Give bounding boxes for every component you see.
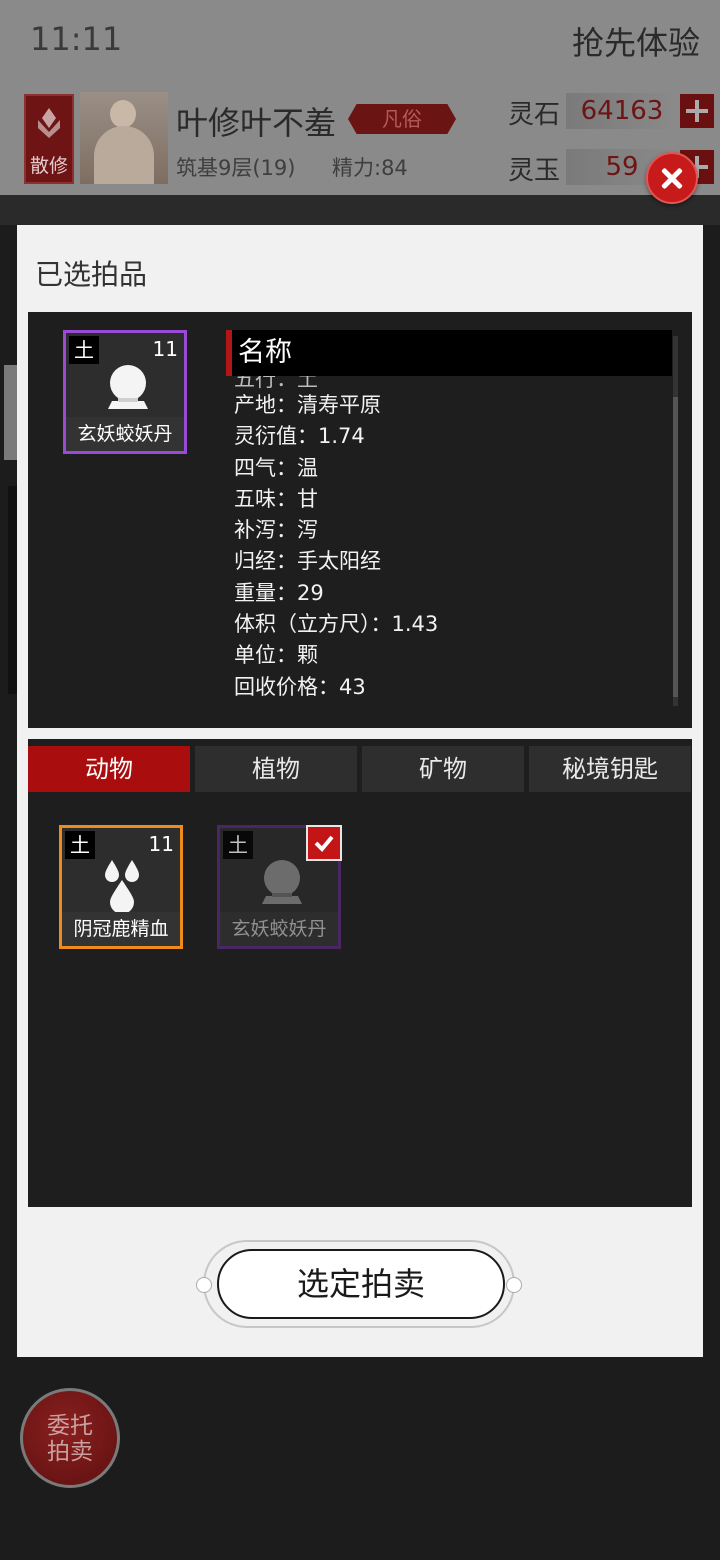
avatar[interactable] bbox=[80, 92, 168, 184]
tab-mineral[interactable]: 矿物 bbox=[362, 746, 524, 792]
item-detail-panel: 土 11 玄妖蛟妖丹 名称 五行：土 产地：清寿平原 灵衍值：1.74 四气：温… bbox=[28, 312, 692, 728]
orb-icon bbox=[262, 860, 302, 904]
tab-plant[interactable]: 植物 bbox=[195, 746, 357, 792]
add-spirit-stone-button[interactable] bbox=[680, 94, 714, 128]
tab-secret-key[interactable]: 秘境钥匙 bbox=[529, 746, 691, 792]
spirit-stone-value: 64163 bbox=[566, 93, 678, 129]
tab-animal[interactable]: 动物 bbox=[28, 746, 190, 792]
spirit-jade-label: 灵玉 bbox=[508, 156, 561, 186]
item-quantity: 11 bbox=[152, 337, 178, 361]
info-line-four-qi: 四气：温 bbox=[234, 455, 318, 480]
info-line-meridian: 归经：手太阳经 bbox=[234, 549, 381, 574]
player-bar: 散修 叶修叶不羞 凡俗 筑基9层(19) 精力:84 灵石 64163 灵玉 5… bbox=[0, 82, 720, 195]
status-bar: 11:11 抢先体验 bbox=[0, 0, 720, 82]
entrust-label-line1: 委托 bbox=[47, 1413, 93, 1439]
item-name: 玄妖蛟妖丹 bbox=[66, 417, 184, 451]
item-name: 玄妖蛟妖丹 bbox=[220, 912, 338, 946]
background-panel bbox=[0, 195, 720, 225]
rank-badge: 凡俗 bbox=[348, 104, 456, 134]
selected-check-icon bbox=[306, 825, 342, 861]
background-panel bbox=[4, 365, 18, 460]
energy-value: 精力:84 bbox=[332, 156, 408, 180]
inventory-item[interactable]: 土 11 阴冠鹿精血 bbox=[59, 825, 183, 949]
close-icon[interactable] bbox=[646, 152, 698, 204]
element-tag: 土 bbox=[65, 831, 95, 859]
info-line-volume: 体积（立方尺）：1.43 bbox=[234, 612, 439, 637]
detail-scrollbar-thumb[interactable] bbox=[673, 397, 678, 697]
dialog-title: 已选拍品 bbox=[35, 258, 148, 291]
lotus-emblem-icon bbox=[38, 108, 60, 138]
confirm-button-frame: 选定拍卖 bbox=[196, 1240, 522, 1328]
info-line-five-flavors: 五味：甘 bbox=[234, 486, 318, 511]
player-name: 叶修叶不羞 bbox=[176, 104, 337, 142]
info-line-unit: 单位：颗 bbox=[234, 643, 318, 668]
info-line-origin: 产地：清寿平原 bbox=[234, 393, 381, 417]
item-name: 阴冠鹿精血 bbox=[62, 912, 180, 946]
entrust-auction-button[interactable]: 委托 拍卖 bbox=[20, 1388, 120, 1488]
info-line-tonify: 补泻：泻 bbox=[234, 518, 318, 543]
spirit-stone-label: 灵石 bbox=[508, 100, 561, 130]
info-line-recycle-price: 回收价格：43 bbox=[234, 674, 366, 699]
auction-select-dialog: 已选拍品 土 11 玄妖蛟妖丹 名称 五行：土 产地：清寿平原 灵衍值：1.74… bbox=[17, 225, 703, 1357]
entrust-label-line2: 拍卖 bbox=[47, 1439, 93, 1465]
blood-drops-icon bbox=[105, 860, 139, 914]
info-line-weight: 重量：29 bbox=[234, 580, 324, 605]
info-line: 五行：土 bbox=[234, 376, 318, 390]
cultivation-level: 筑基9层(19) bbox=[176, 156, 296, 180]
element-tag: 土 bbox=[223, 831, 253, 859]
sect-label: 散修 bbox=[29, 155, 68, 177]
item-quantity: 11 bbox=[148, 832, 174, 856]
info-line-spirit-value: 灵衍值：1.74 bbox=[234, 424, 365, 449]
info-header: 名称 bbox=[226, 330, 672, 376]
element-tag: 土 bbox=[69, 336, 99, 364]
orb-icon bbox=[108, 365, 148, 409]
selected-item-card[interactable]: 土 11 玄妖蛟妖丹 bbox=[63, 330, 187, 454]
info-list[interactable]: 五行：土 产地：清寿平原 灵衍值：1.74 四气：温 五味：甘 补泻：泻 归经：… bbox=[234, 376, 664, 706]
status-time: 11:11 bbox=[30, 20, 123, 58]
inventory-panel: 动物 植物 矿物 秘境钥匙 土 11 阴冠鹿精血 土 玄妖蛟妖丹 bbox=[28, 739, 692, 1207]
confirm-auction-button[interactable]: 选定拍卖 bbox=[217, 1249, 505, 1319]
early-access-label[interactable]: 抢先体验 bbox=[572, 18, 700, 64]
sect-badge[interactable]: 散修 bbox=[24, 94, 74, 184]
